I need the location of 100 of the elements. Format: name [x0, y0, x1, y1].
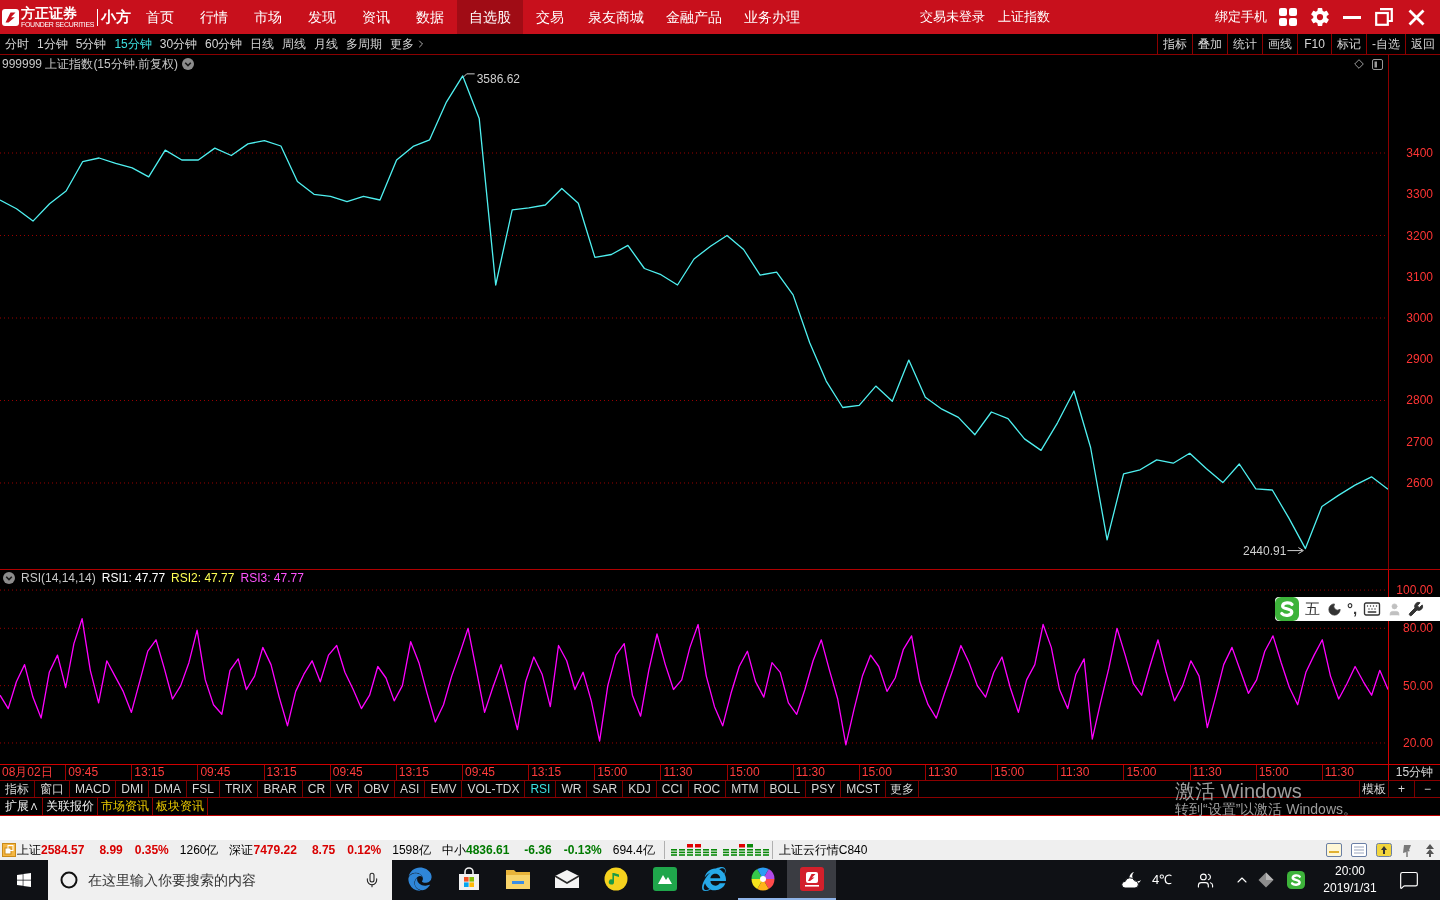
extension-tab[interactable]: 市场资讯: [98, 798, 153, 815]
menu-tab[interactable]: 业务办理: [733, 0, 811, 34]
search-field[interactable]: 在这里输入你要搜索的内容: [88, 869, 348, 891]
time-label: 15:00: [858, 765, 925, 780]
upload-icon[interactable]: [1376, 843, 1392, 857]
indicator-tab[interactable]: WR: [556, 781, 588, 797]
menu-tab[interactable]: 金融产品: [655, 0, 733, 34]
axis-label: 3100: [1406, 269, 1433, 284]
indicator-tab[interactable]: VOL-TDX: [462, 781, 526, 797]
people-icon: [1196, 871, 1214, 889]
indicator-tab[interactable]: 窗口: [35, 781, 70, 797]
more-button[interactable]: 更多: [390, 35, 428, 53]
indicator-tab[interactable]: FSL: [187, 781, 221, 797]
menu-tab[interactable]: 行情: [187, 0, 241, 34]
indicator-tab[interactable]: MACD: [70, 781, 117, 797]
index-name: 深证: [229, 842, 254, 859]
time-label: 11:30: [1321, 765, 1388, 780]
indicator-tab[interactable]: CR: [302, 781, 332, 797]
indicator-tab[interactable]: DMI: [116, 781, 150, 797]
indicator-tab[interactable]: OBV: [358, 781, 396, 797]
price-label: 3586.62: [476, 71, 521, 86]
window-icon[interactable]: [1326, 843, 1342, 857]
tool-button[interactable]: 画线: [1262, 34, 1297, 54]
tool-button[interactable]: 统计: [1227, 34, 1262, 54]
tool-button[interactable]: 返回: [1405, 34, 1440, 54]
taskbar-app-button[interactable]: [787, 860, 836, 900]
indicator-tab[interactable]: EMV: [425, 781, 463, 797]
tool-button[interactable]: 叠加: [1192, 34, 1227, 54]
time-label: 11:30: [1057, 765, 1124, 780]
extension-tab[interactable]: 关联报价: [43, 798, 98, 815]
wrench-icon[interactable]: [1408, 601, 1425, 617]
period-tab[interactable]: 周线: [282, 35, 307, 53]
chevron-down-icon[interactable]: [182, 58, 195, 70]
zoom-in-button[interactable]: +: [1388, 781, 1414, 797]
search-box[interactable]: 在这里输入你要搜索的内容: [48, 860, 392, 900]
diamond-icon[interactable]: [1354, 59, 1364, 69]
period-tab[interactable]: 月线: [314, 35, 339, 53]
axis-label: 3400: [1406, 146, 1433, 160]
menu-tab[interactable]: 数据: [403, 0, 457, 34]
input-mode-label[interactable]: 五: [1305, 600, 1320, 618]
menu-tab[interactable]: 自选股: [457, 0, 523, 34]
template-button[interactable]: 模板: [1359, 781, 1388, 797]
menu-tab[interactable]: 市场: [241, 0, 295, 34]
indicator-tab[interactable]: MTM: [726, 781, 765, 797]
time-label: 11:30: [660, 765, 727, 780]
indicator-tab[interactable]: KDJ: [623, 781, 657, 797]
tool-button[interactable]: -自选: [1366, 34, 1405, 54]
time-label: 15:00: [991, 765, 1058, 780]
page-icon[interactable]: [1351, 843, 1367, 857]
menu-tab[interactable]: 资讯: [349, 0, 403, 34]
period-tab[interactable]: 1分钟: [37, 35, 68, 53]
s-logo-icon[interactable]: [1287, 871, 1305, 889]
axis-label: 3000: [1406, 311, 1433, 325]
period-tab[interactable]: 15分钟: [114, 35, 152, 53]
panel-icon[interactable]: [1372, 58, 1383, 70]
more-tab[interactable]: 更多: [886, 781, 920, 797]
tool-button[interactable]: 标记: [1331, 34, 1366, 54]
feed-label: 上证云行情C840: [778, 842, 868, 859]
keyboard-icon[interactable]: [1363, 600, 1382, 618]
time-label: 09:45: [462, 765, 529, 780]
period-tab[interactable]: 多周期: [346, 35, 383, 53]
indicator-tab[interactable]: BRAR: [258, 781, 303, 797]
tool-button[interactable]: 指标: [1157, 34, 1192, 54]
indicator-tab[interactable]: MCST: [841, 781, 887, 797]
extension-tab[interactable]: 板块资讯: [153, 798, 208, 815]
double-up-icon[interactable]: [1424, 843, 1436, 857]
indicator-tab[interactable]: CCI: [656, 781, 689, 797]
indicator-tab[interactable]: ASI: [395, 781, 426, 797]
extension-tab[interactable]: 扩展∧: [2, 798, 43, 815]
bind-phone-link[interactable]: 绑定手机: [1215, 0, 1267, 34]
period-tab[interactable]: 5分钟: [75, 35, 107, 53]
indicator-tab[interactable]: PSY: [806, 781, 842, 797]
legend-label: RSI(14,14,14): [21, 570, 96, 587]
indicator-tab[interactable]: SAR: [587, 781, 624, 797]
period-tab[interactable]: 日线: [250, 35, 275, 53]
tool-button[interactable]: F10: [1297, 34, 1331, 54]
menu-tab[interactable]: 发现: [295, 0, 349, 34]
moon-icon[interactable]: [1327, 601, 1342, 617]
grid-icon: [1279, 8, 1297, 26]
chevron-down-icon[interactable]: [3, 572, 15, 584]
indicator-tab[interactable]: DMA: [149, 781, 187, 797]
index-turnover: 1260亿: [179, 842, 219, 859]
zoom-out-button[interactable]: −: [1414, 781, 1440, 797]
punctuation-label[interactable]: °,: [1347, 600, 1358, 618]
period-tab[interactable]: 60分钟: [205, 35, 243, 53]
indicator-tab[interactable]: TRIX: [220, 781, 259, 797]
clock-button[interactable]: 20:00 2019/1/31: [1311, 860, 1389, 900]
period-tab[interactable]: 30分钟: [159, 35, 198, 53]
microphone-icon[interactable]: [364, 872, 380, 888]
indicator-tab[interactable]: ROC: [688, 781, 727, 797]
menu-tab[interactable]: 交易: [523, 0, 577, 34]
menu-tab[interactable]: 首页: [133, 0, 187, 34]
indicator-tab[interactable]: RSI: [525, 781, 557, 797]
indicator-tab[interactable]: BOLL: [764, 781, 807, 797]
indicator-tab[interactable]: 指标: [0, 781, 35, 797]
period-tab[interactable]: 分时: [5, 35, 29, 53]
menu-tab[interactable]: 泉友商城: [577, 0, 655, 34]
indicator-tab[interactable]: VR: [331, 781, 359, 797]
layers-icon[interactable]: [2, 843, 16, 857]
price-label: 2440.91: [1243, 543, 1287, 558]
